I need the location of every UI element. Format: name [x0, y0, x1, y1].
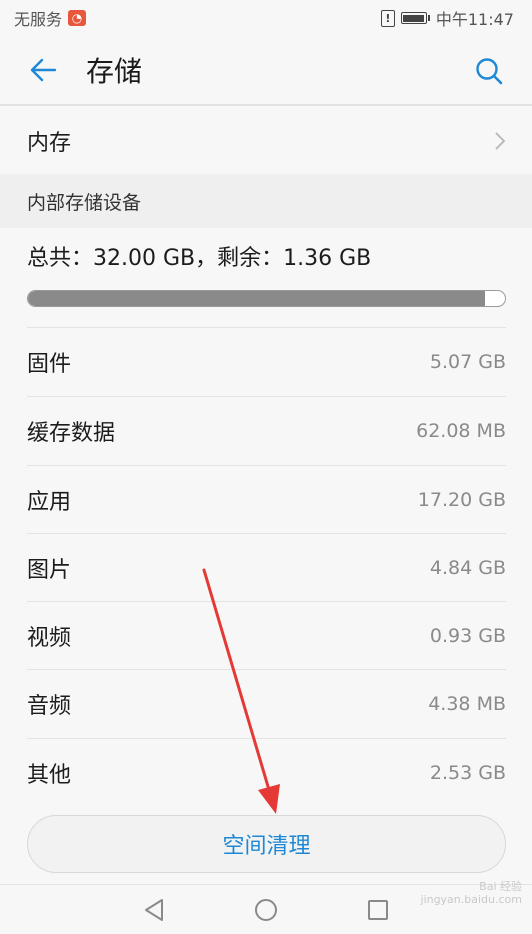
search-icon [476, 58, 503, 85]
section-header-internal-storage: 内部存储设备 [0, 174, 532, 228]
category-value: 4.38 MB [428, 693, 506, 715]
back-triangle-icon [145, 898, 163, 921]
storage-usage-bar [27, 290, 506, 307]
storage-summary: 总共：32.00 GB，剩余：1.36 GB [27, 246, 372, 271]
search-button[interactable] [474, 56, 504, 86]
memory-label: 内存 [27, 131, 72, 156]
category-value: 2.53 GB [429, 761, 506, 784]
app-notification-icon: ◔ [68, 10, 87, 26]
category-value: 62.08 MB [416, 420, 506, 442]
clock: 中午11:47 [435, 10, 514, 29]
status-bar-left: 无服务 ◔ [14, 6, 87, 30]
category-row-firmware[interactable]: 固件 5.07 GB [0, 328, 532, 396]
category-row-pictures[interactable]: 图片 4.84 GB [0, 534, 532, 601]
baidu-watermark: Bai 经验 jingyan.baidu.com [420, 880, 522, 906]
storage-usage-fill [28, 291, 485, 306]
category-row-audio[interactable]: 音频 4.38 MB [0, 670, 532, 738]
category-row-apps[interactable]: 应用 17.20 GB [0, 466, 532, 533]
recents-square-icon [368, 899, 388, 920]
category-label: 图片 [27, 557, 72, 583]
home-circle-icon [255, 898, 277, 921]
category-label: 固件 [27, 352, 72, 377]
category-label: 缓存数据 [27, 421, 116, 446]
carrier-label: 无服务 [14, 10, 63, 29]
nav-home-button[interactable] [253, 897, 279, 923]
category-label: 音频 [27, 694, 72, 719]
back-button[interactable] [28, 55, 58, 85]
category-value: 0.93 GB [429, 624, 506, 647]
category-label: 视频 [27, 625, 72, 651]
status-bar-right: ! 中午11:47 [380, 6, 514, 30]
watermark-site: jingyan.baidu.com [420, 893, 522, 907]
alert-icon: ! [380, 9, 395, 27]
category-value: 4.84 GB [429, 556, 506, 579]
category-row-cache[interactable]: 缓存数据 62.08 MB [0, 397, 532, 465]
status-bar: 无服务 ◔ ! 中午11:47 [0, 0, 532, 36]
category-value: 5.07 GB [429, 351, 506, 373]
watermark-brand: Bai 经验 [479, 880, 522, 893]
title-bar: 存储 [0, 36, 532, 106]
category-label: 其他 [27, 762, 72, 788]
page-title: 存储 [86, 55, 143, 88]
category-value: 17.20 GB [417, 488, 506, 511]
back-arrow-icon [30, 58, 57, 82]
chevron-right-icon [495, 132, 506, 150]
battery-icon [400, 12, 430, 24]
category-row-other[interactable]: 其他 2.53 GB [0, 739, 532, 806]
nav-back-button[interactable] [141, 897, 167, 923]
nav-recents-button[interactable] [365, 897, 391, 923]
category-row-videos[interactable]: 视频 0.93 GB [0, 602, 532, 669]
category-label: 应用 [27, 489, 72, 515]
space-cleanup-button[interactable]: 空间清理 [27, 815, 506, 873]
memory-row[interactable]: 内存 [0, 108, 532, 174]
